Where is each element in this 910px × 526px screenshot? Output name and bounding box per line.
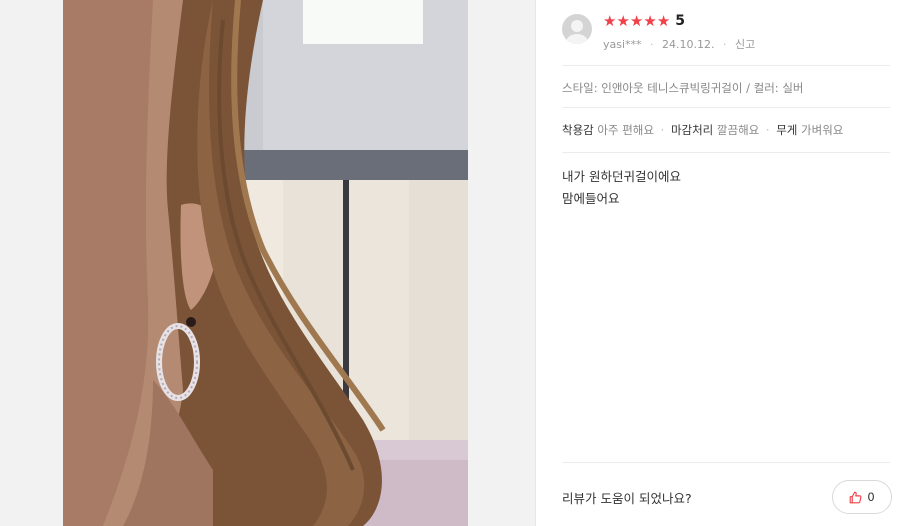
rating-number: 5	[675, 13, 686, 29]
separator: ·	[660, 123, 665, 137]
separator: ·	[765, 123, 770, 137]
feature-key: 마감처리	[670, 123, 714, 137]
star-icon: ★	[603, 12, 617, 30]
star-icon: ★	[629, 12, 644, 30]
purchased-option: 스타일: 인앤아웃 테니스큐빅링귀걸이 / 컬러: 실버	[562, 81, 804, 95]
review-content: 내가 원하던귀걸이에요 맘에들어요	[562, 166, 681, 210]
review-date: 24.10.12.	[662, 38, 715, 51]
separator: ·	[723, 38, 727, 51]
feature-key: 무게	[776, 123, 798, 137]
like-button[interactable]: 0	[832, 480, 892, 514]
review-panel: ★ ★ ★ ★ ★ 5 yasi*** · 24.10.12. · 신고 스타일…	[535, 0, 910, 526]
rating: ★ ★ ★ ★ ★ 5	[603, 12, 685, 30]
review-header: ★ ★ ★ ★ ★ 5 yasi*** · 24.10.12. · 신고	[562, 12, 890, 56]
helpful-question: 리뷰가 도움이 되었나요?	[562, 491, 692, 506]
photo-area	[0, 0, 535, 526]
feature-value: 가벼워요	[801, 123, 844, 137]
divider	[562, 462, 890, 463]
divider	[562, 65, 890, 66]
like-count: 0	[867, 490, 875, 504]
star-icon: ★	[656, 12, 671, 30]
reviewer-name: yasi***	[603, 38, 642, 51]
star-icon: ★	[643, 12, 657, 30]
feature-value: 깔끔해요	[716, 123, 760, 137]
review-meta: yasi*** · 24.10.12. · 신고	[603, 36, 755, 52]
report-link[interactable]: 신고	[735, 38, 755, 51]
thumbs-up-icon	[849, 491, 862, 503]
feature-value: 아주 편해요	[597, 123, 654, 137]
divider	[562, 152, 890, 153]
review-features: 착용감 아주 편해요 · 마감처리 깔끔해요 · 무게 가벼워요	[562, 122, 843, 138]
divider	[562, 107, 890, 108]
review-photo[interactable]	[63, 0, 468, 526]
separator: ·	[650, 38, 654, 51]
feature-key: 착용감	[562, 123, 594, 137]
review-text-line: 내가 원하던귀걸이에요	[562, 169, 681, 184]
review-text-line: 맘에들어요	[562, 191, 620, 206]
star-icon: ★	[616, 12, 630, 30]
default-avatar-icon	[562, 14, 592, 44]
